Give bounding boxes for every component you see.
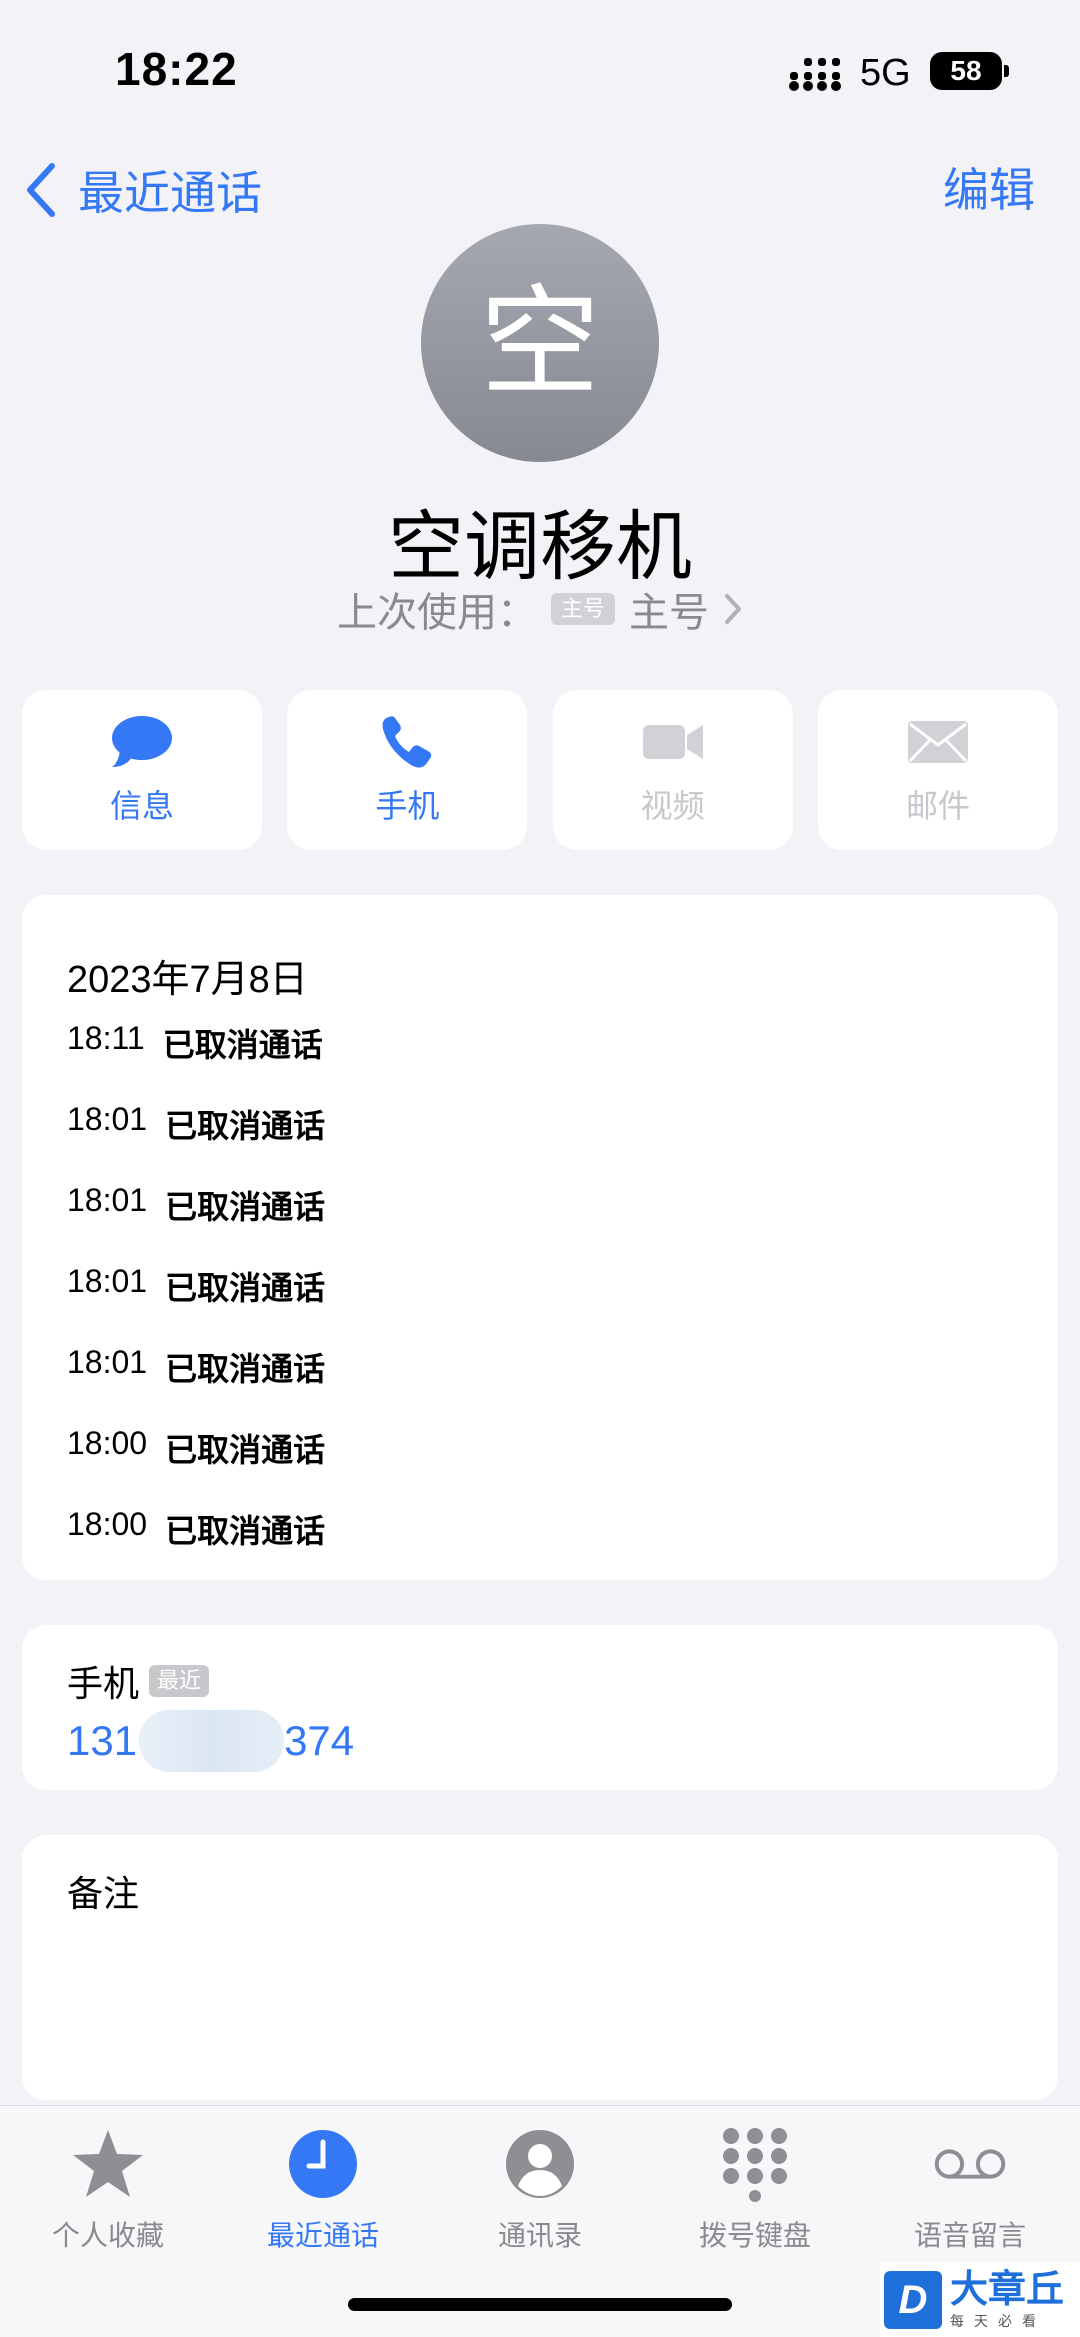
- battery-tip: [1004, 65, 1009, 77]
- call-row: 18:00 已取消通话: [67, 1425, 325, 1471]
- chevron-right-icon: [725, 594, 741, 624]
- call-time: 18:01: [67, 1101, 148, 1137]
- tab-recents[interactable]: 最近通话: [233, 2126, 413, 2254]
- phone-number-card[interactable]: 手机 最近 131 374: [22, 1625, 1058, 1790]
- call-status: 已取消通话: [165, 1351, 326, 1387]
- tab-voicemail[interactable]: 语音留言: [880, 2126, 1060, 2254]
- tab-label: 语音留言: [913, 2220, 1026, 2251]
- video-button-label: 视频: [640, 788, 705, 824]
- mail-icon: [907, 721, 968, 763]
- call-row: 18:01 已取消通话: [67, 1182, 325, 1228]
- action-buttons: 信息 手机 视频 邮件: [22, 690, 1058, 850]
- call-button-label: 手机: [375, 788, 440, 824]
- person-icon: [506, 2130, 574, 2198]
- call-history-card: 2023年7月8日 18:11 已取消通话 18:01 已取消通话 18:01 …: [22, 895, 1058, 1580]
- call-status: 已取消通话: [162, 1027, 323, 1063]
- last-used-tag: 主号: [550, 593, 615, 625]
- call-row: 18:01 已取消通话: [67, 1263, 325, 1309]
- tab-contacts[interactable]: 通讯录: [450, 2126, 630, 2254]
- video-icon: [642, 725, 703, 759]
- call-status: 已取消通话: [165, 1108, 326, 1144]
- call-status: 已取消通话: [165, 1189, 326, 1225]
- contact-name: 空调移机: [388, 505, 692, 590]
- mail-button-label: 邮件: [905, 788, 970, 824]
- tab-label: 最近通话: [266, 2220, 379, 2251]
- message-icon: [112, 716, 172, 767]
- message-button-label: 信息: [109, 788, 174, 824]
- call-status: 已取消通话: [165, 1432, 326, 1468]
- signal-icon: [789, 58, 841, 91]
- call-status: 已取消通话: [165, 1270, 326, 1306]
- battery-level: 58: [930, 52, 1002, 90]
- phone-number-suffix: 374: [284, 1717, 355, 1764]
- notes-label: 备注: [67, 1873, 140, 1914]
- tab-keypad[interactable]: 拨号键盘: [665, 2126, 845, 2254]
- status-time: 18:22: [115, 43, 238, 95]
- back-button-label: 最近通话: [78, 167, 262, 219]
- clock-icon: [289, 2130, 357, 2198]
- last-used-value: 主号: [629, 591, 709, 635]
- call-row: 18:11 已取消通话: [67, 1020, 323, 1066]
- call-time: 18:01: [67, 1182, 148, 1218]
- edit-button[interactable]: 编辑: [943, 160, 1035, 220]
- watermark-logo: D: [884, 2270, 942, 2329]
- recent-badge: 最近: [149, 1665, 210, 1697]
- watermark-sub: 每天必看: [950, 2312, 1046, 2329]
- keypad-icon: [723, 2128, 787, 2202]
- call-status: 已取消通话: [165, 1513, 326, 1549]
- call-date: 2023年7月8日: [67, 959, 308, 1001]
- mail-button[interactable]: 邮件: [817, 690, 1058, 850]
- phone-number-prefix: 131: [67, 1717, 138, 1764]
- call-time: 18:01: [67, 1263, 148, 1299]
- redacted-digits: [139, 1710, 285, 1772]
- phone-label-row: 手机 最近: [67, 1655, 210, 1707]
- notes-card[interactable]: 备注: [22, 1835, 1058, 2100]
- tab-label: 个人收藏: [51, 2220, 164, 2251]
- network-type: 5G: [860, 52, 911, 94]
- last-used-prefix: 上次使用：: [336, 591, 537, 635]
- call-row: 18:00 已取消通话: [67, 1506, 325, 1552]
- phone-number[interactable]: 131 374: [67, 1710, 354, 1772]
- tab-favorites[interactable]: 个人收藏: [18, 2126, 198, 2254]
- voicemail-icon: [934, 2149, 1006, 2179]
- tab-label: 拨号键盘: [698, 2220, 811, 2251]
- avatar: 空: [421, 224, 659, 462]
- home-indicator[interactable]: [348, 2298, 732, 2311]
- call-row: 18:01 已取消通话: [67, 1101, 325, 1147]
- call-time: 18:00: [67, 1425, 148, 1461]
- watermark-name: 大章丘: [950, 2268, 1065, 2311]
- tab-label: 通讯录: [497, 2220, 582, 2251]
- video-button[interactable]: 视频: [552, 690, 793, 850]
- status-bar: 18:22 5G 58: [0, 0, 1080, 140]
- message-button[interactable]: 信息: [22, 690, 262, 850]
- star-icon: [73, 2130, 143, 2197]
- chevron-left-icon: [27, 163, 55, 217]
- watermark: D 大章丘 每天必看: [880, 2262, 1080, 2337]
- call-time: 18:01: [67, 1344, 148, 1380]
- battery-icon: 58: [930, 52, 1010, 90]
- last-used-row[interactable]: 上次使用： 主号 主号: [0, 580, 1080, 638]
- call-time: 18:00: [67, 1506, 148, 1542]
- call-time: 18:11: [67, 1020, 145, 1056]
- phone-label: 手机: [67, 1663, 140, 1704]
- back-button[interactable]: 最近通话: [22, 160, 262, 220]
- call-row: 18:01 已取消通话: [67, 1344, 325, 1390]
- phone-icon: [382, 716, 432, 768]
- call-button[interactable]: 手机: [287, 690, 528, 850]
